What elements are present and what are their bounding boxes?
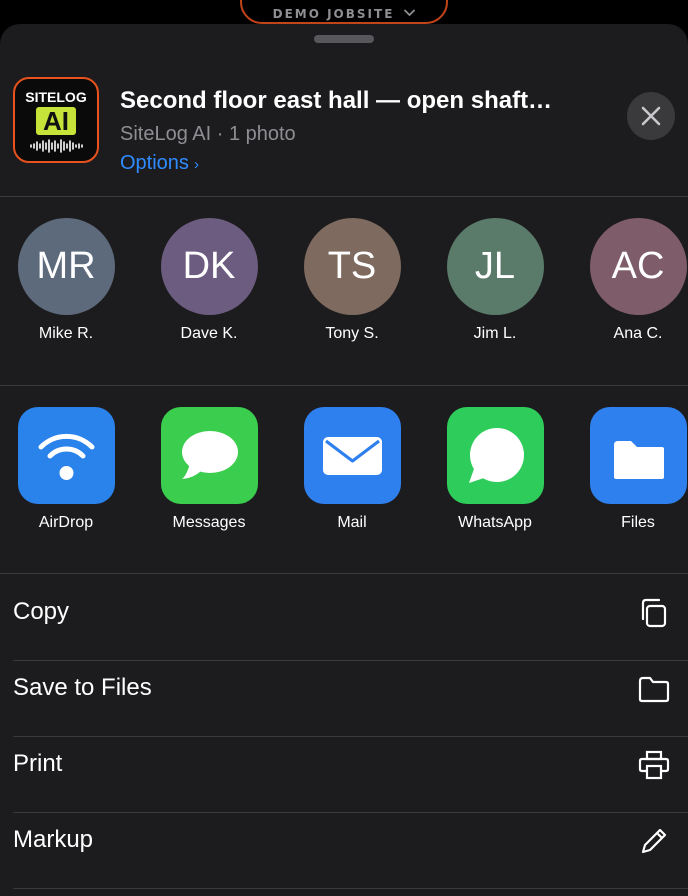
jobsite-selector[interactable]: DEMO JOBSITE	[240, 0, 448, 24]
avatar: JL	[446, 218, 544, 315]
person-name: Tony S.	[325, 325, 379, 342]
avatar: TS	[303, 218, 401, 315]
apps-row: AirDrop Messages Mail WhatsApp Files	[0, 386, 688, 573]
person-name: Dave K.	[180, 325, 238, 342]
share-sheet: SITELOG AI Second floor east hall — open…	[0, 24, 688, 896]
pencil-icon	[641, 828, 667, 854]
action-save-to-files[interactable]: Save to Files	[0, 650, 688, 726]
close-button[interactable]	[627, 92, 675, 140]
avatar: MR	[17, 218, 115, 315]
app-files[interactable]: Files	[578, 407, 688, 532]
share-header: SITELOG AI Second floor east hall — open…	[0, 24, 688, 196]
app-icon-brand: SITELOG	[25, 89, 87, 105]
person-mike-r[interactable]: MR Mike R.	[6, 218, 126, 343]
sitelog-app-icon: SITELOG AI	[13, 77, 99, 163]
action-label: Markup	[13, 826, 94, 853]
app-name: Messages	[172, 514, 246, 531]
app-icon-ai-badge: AI	[36, 107, 76, 135]
chevron-right-icon: ›	[193, 156, 199, 173]
whatsapp-tile	[446, 407, 544, 504]
app-name: Mail	[337, 514, 367, 531]
action-label: Print	[13, 750, 63, 777]
messages-icon	[181, 431, 238, 479]
close-icon	[641, 106, 661, 126]
person-name: Jim L.	[473, 325, 517, 342]
airdrop-icon	[38, 433, 94, 480]
person-tony-s[interactable]: TS Tony S.	[292, 218, 412, 343]
person-dave-k[interactable]: DK Dave K.	[149, 218, 269, 343]
action-markup[interactable]: Markup	[0, 802, 688, 878]
printer-icon	[638, 750, 670, 780]
messages-tile	[160, 407, 258, 504]
person-name: Ana C.	[613, 325, 663, 342]
divider	[13, 888, 688, 889]
action-copy[interactable]: Copy	[0, 574, 688, 650]
chevron-down-icon	[404, 9, 416, 16]
jobsite-label: DEMO JOBSITE	[272, 7, 395, 21]
options-link[interactable]: Options ›	[120, 152, 199, 175]
folder-icon	[613, 441, 664, 479]
action-label: Copy	[13, 598, 70, 625]
avatar: DK	[160, 218, 258, 315]
action-print[interactable]: Print	[0, 726, 688, 802]
app-name: AirDrop	[38, 514, 94, 531]
share-title: Second floor east hall — open shaft…	[120, 87, 553, 114]
app-mail[interactable]: Mail	[292, 407, 412, 532]
action-label: Save to Files	[13, 674, 152, 701]
options-label: Options	[120, 152, 189, 174]
people-row: MR Mike R. DK Dave K. TS Tony S. JL Jim …	[0, 197, 688, 385]
person-ana-c[interactable]: AC Ana C.	[578, 218, 688, 343]
files-tile	[589, 407, 687, 504]
share-subtitle: SiteLog AI · 1 photo	[120, 123, 296, 145]
app-airdrop[interactable]: AirDrop	[6, 407, 126, 532]
folder-outline-icon	[638, 676, 670, 703]
app-name: WhatsApp	[458, 514, 532, 531]
app-name: Files	[621, 514, 655, 531]
person-jim-l[interactable]: JL Jim L.	[435, 218, 555, 343]
mail-icon	[322, 437, 382, 475]
app-messages[interactable]: Messages	[149, 407, 269, 532]
avatar: AC	[589, 218, 687, 315]
whatsapp-icon	[468, 428, 524, 483]
copy-icon	[641, 598, 667, 628]
person-name: Mike R.	[38, 325, 94, 342]
airdrop-tile	[17, 407, 115, 504]
soundwave-icon	[30, 139, 83, 153]
app-whatsapp[interactable]: WhatsApp	[435, 407, 555, 532]
mail-tile	[303, 407, 401, 504]
